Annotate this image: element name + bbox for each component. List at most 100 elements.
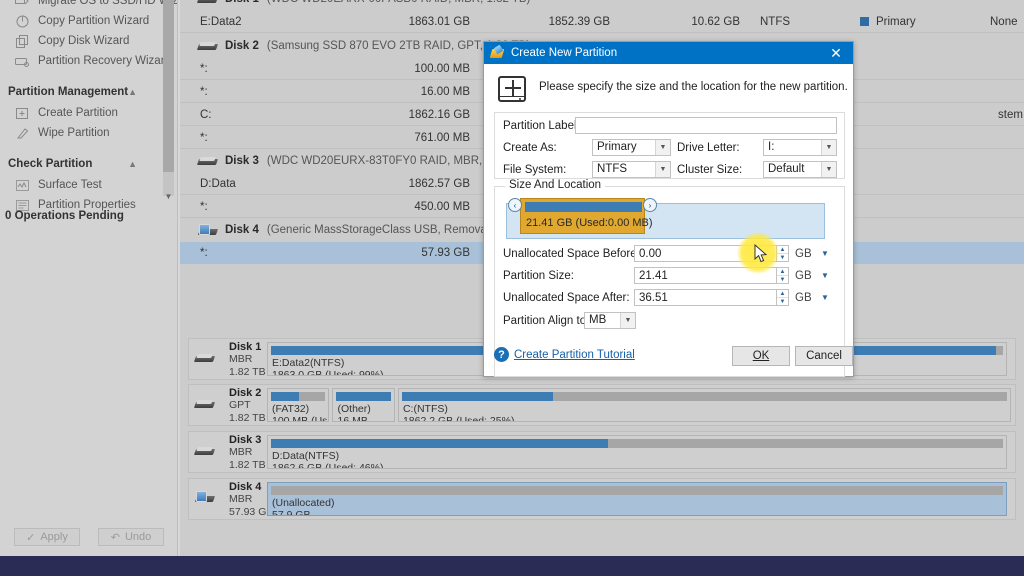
handle-right-icon[interactable]: › xyxy=(643,198,657,212)
unit-chevron-down-icon[interactable]: ▼ xyxy=(821,293,829,302)
sidebar-item-label: Partition Recovery Wizard xyxy=(38,55,171,67)
usb-icon xyxy=(198,223,217,237)
disk-name: Disk 1 xyxy=(225,0,259,5)
dialog-body: Please specify the size and the location… xyxy=(484,64,853,377)
partition-size-stepper[interactable]: ▲ ▼ xyxy=(777,267,789,284)
cluster-size-select[interactable]: Default ▼ xyxy=(763,161,837,178)
stepper-up-icon[interactable]: ▲ xyxy=(777,268,788,276)
sidebar-group-partition-management[interactable]: Partition Management ▲ xyxy=(0,81,163,103)
disk-map-partition[interactable]: (FAT32) 100 MB (Us xyxy=(267,388,330,422)
taskbar[interactable] xyxy=(0,556,1024,576)
chevron-up-icon: ▲ xyxy=(128,87,137,97)
partition-filesystem: NTFS xyxy=(760,15,791,28)
partition-detail: 57.9 GB xyxy=(272,509,311,516)
usage-bar xyxy=(336,392,391,401)
stepper-down-icon[interactable]: ▼ xyxy=(777,298,788,305)
chevron-down-icon[interactable]: ▼ xyxy=(655,162,670,177)
create-as-value: Primary xyxy=(597,141,637,153)
partition-detail: 1863.0 GB (Used: 99%) xyxy=(272,369,384,376)
hdd-icon xyxy=(195,446,221,461)
unallocated-before-stepper[interactable]: ▲ ▼ xyxy=(777,245,789,262)
table-row[interactable]: E:Data2 1863.01 GB 1852.39 GB 10.62 GB N… xyxy=(180,11,1024,33)
hdd-icon xyxy=(198,41,217,52)
drive-letter-value: I: xyxy=(768,141,775,153)
partition-align-select[interactable]: MB ▼ xyxy=(584,312,636,329)
unallocated-after-input[interactable]: 36.51 xyxy=(634,289,777,306)
disk-map-card[interactable]: Disk 3 MBR 1.82 TB D:Data(NTFS) 1862.6 G… xyxy=(188,431,1016,473)
partition-label-label: Partition Label: xyxy=(503,120,580,132)
stepper-down-icon[interactable]: ▼ xyxy=(777,254,788,261)
hdd-icon xyxy=(198,156,217,167)
new-partition-segment[interactable]: 21.41 GB (Used:0.00 MB) xyxy=(520,198,653,234)
sidebar-item-label: Create Partition xyxy=(38,107,118,119)
dialog-instruction: Please specify the size and the location… xyxy=(539,81,848,93)
stepper-down-icon[interactable]: ▼ xyxy=(777,276,788,283)
partition-status: stem xyxy=(998,108,1023,121)
disk-entry: Disk 3 (WDC WD20EURX-83T0FY0 RAID, MBR, … xyxy=(198,155,529,167)
file-system-select[interactable]: NTFS ▼ xyxy=(592,161,671,178)
sidebar-item-wipe-partition[interactable]: Wipe Partition xyxy=(0,123,163,143)
sidebar-item-surface-test[interactable]: Surface Test xyxy=(0,175,163,195)
unit-chevron-down-icon[interactable]: ▼ xyxy=(821,271,829,280)
partition-size-input[interactable]: 21.41 xyxy=(634,267,777,284)
sidebar-item-partition-recovery[interactable]: Partition Recovery Wizard xyxy=(0,51,171,71)
create-partition-icon xyxy=(14,106,30,120)
sidebar-scrollbar-thumb[interactable] xyxy=(163,0,174,172)
partition-size-unit: GB xyxy=(795,270,812,282)
dialog-title-bar[interactable]: Create New Partition ✕ xyxy=(484,42,853,64)
partition-wizard-icon xyxy=(490,46,504,60)
undo-arrow-icon: ↶ xyxy=(110,531,120,544)
help-icon[interactable]: ? xyxy=(494,347,509,362)
disk-map-partition[interactable]: (Other) 16 MB xyxy=(332,388,395,422)
chevron-down-icon[interactable]: ▼ xyxy=(655,140,670,155)
partition-name: C: xyxy=(200,108,212,121)
disk-map-partition[interactable]: D:Data(NTFS) 1862.6 GB (Used: 46%) xyxy=(267,435,1008,469)
cancel-button[interactable]: Cancel xyxy=(795,346,853,366)
operations-pending-label: 0 Operations Pending xyxy=(5,210,124,222)
disk-entry: Disk 1 (WDC WD20EARX-00PASB0 RAID, MBR, … xyxy=(198,0,530,5)
apply-button[interactable]: ✓ Apply xyxy=(14,528,80,546)
sidebar-item-copy-disk[interactable]: Copy Disk Wizard xyxy=(0,31,163,51)
sidebar-item-create-partition[interactable]: Create Partition xyxy=(0,103,163,123)
disk-map-card-selected[interactable]: Disk 4 MBR 57.93 GB (Unallocated) 57.9 G… xyxy=(188,478,1016,520)
disk-map-partition[interactable]: C:(NTFS) 1862.2 GB (Used: 25%) xyxy=(397,388,1011,422)
drive-letter-select[interactable]: I: ▼ xyxy=(763,139,837,156)
partition-capacity: 1863.01 GB xyxy=(408,15,470,28)
ok-button[interactable]: OK xyxy=(732,346,790,366)
file-system-value: NTFS xyxy=(597,163,628,175)
file-system-label: File System: xyxy=(503,164,567,176)
dialog-footer: ? Create Partition Tutorial OK Cancel xyxy=(484,336,853,376)
disk-map-partition-selected[interactable]: (Unallocated) 57.9 GB xyxy=(267,482,1008,516)
stepper-up-icon[interactable]: ▲ xyxy=(777,246,788,254)
unallocated-after-stepper[interactable]: ▲ ▼ xyxy=(777,289,789,306)
chevron-down-icon[interactable]: ▼ xyxy=(821,140,836,155)
dialog-title: Create New Partition xyxy=(511,47,618,59)
scroll-down-icon[interactable]: ▼ xyxy=(163,190,174,204)
partition-settings-group: Partition Label: Create As: Primary ▼ Dr… xyxy=(494,112,845,179)
sidebar-item-migrate-os[interactable]: Migrate OS to SSD/HD Wizard xyxy=(0,0,178,11)
hdd-icon xyxy=(195,353,221,368)
create-as-select[interactable]: Primary ▼ xyxy=(592,139,671,156)
unit-chevron-down-icon[interactable]: ▼ xyxy=(821,249,829,258)
table-row[interactable]: Disk 1 (WDC WD20EARX-00PASB0 RAID, MBR, … xyxy=(180,0,1024,10)
sidebar-group-title: Check Partition xyxy=(8,158,93,170)
partition-name: *: xyxy=(200,131,208,144)
chevron-down-icon[interactable]: ▼ xyxy=(821,162,836,177)
sidebar-group-check-partition[interactable]: Check Partition ▲ xyxy=(0,153,163,175)
stepper-up-icon[interactable]: ▲ xyxy=(777,290,788,298)
undo-button[interactable]: ↶ Undo xyxy=(98,528,164,546)
partition-name: D:Data xyxy=(200,177,236,190)
disk-map-card[interactable]: Disk 2 GPT 1.82 TB (FAT32) 100 MB (Us (O… xyxy=(188,384,1016,426)
chevron-down-icon[interactable]: ▼ xyxy=(620,313,635,328)
close-icon[interactable]: ✕ xyxy=(825,44,847,62)
partition-label-input[interactable] xyxy=(575,117,837,134)
partition-capacity: 57.93 GB xyxy=(421,247,470,259)
partition-label: (Other) xyxy=(337,403,371,415)
sidebar-item-copy-partition[interactable]: Copy Partition Wizard xyxy=(0,11,163,31)
handle-left-icon[interactable]: ‹ xyxy=(508,198,522,212)
create-partition-tutorial-link[interactable]: Create Partition Tutorial xyxy=(514,349,635,361)
disk-meta: (WDC WD20EARX-00PASB0 RAID, MBR, 1.82 TB… xyxy=(267,0,531,5)
sidebar: Migrate OS to SSD/HD Wizard Copy Partiti… xyxy=(0,0,178,556)
create-new-partition-dialog: Create New Partition ✕ Please specify th… xyxy=(483,41,854,377)
disk-name: Disk 4 xyxy=(225,224,259,236)
